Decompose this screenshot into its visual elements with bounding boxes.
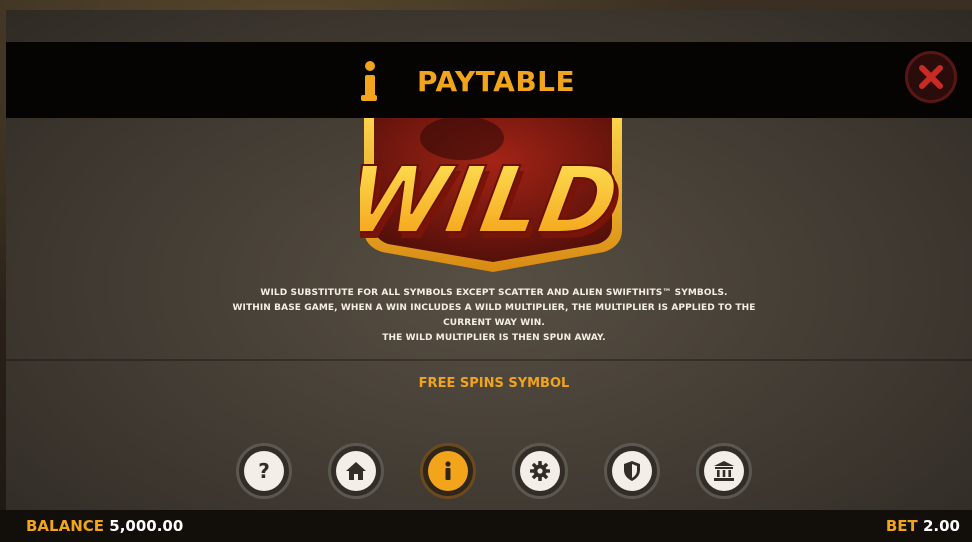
symbol-description: WILD SUBSTITUTE FOR ALL SYMBOLS EXCEPT S… <box>196 286 792 346</box>
home-button[interactable] <box>328 443 384 499</box>
shield-icon <box>624 461 640 481</box>
paytable-title-group: PAYTABLE <box>355 58 575 104</box>
balance-label: BALANCE <box>26 517 105 535</box>
close-icon <box>919 65 943 89</box>
help-button[interactable]: ? <box>236 443 292 499</box>
bet-label: BET <box>885 517 918 535</box>
bet-display: BET 2.00 <box>886 517 960 535</box>
wild-symbol-text: WILD <box>360 147 626 254</box>
info-icon <box>445 461 451 480</box>
game-history-button[interactable] <box>696 443 752 499</box>
close-button[interactable] <box>905 51 957 103</box>
section-title-free-spins: FREE SPINS SYMBOL <box>418 376 570 391</box>
home-icon <box>346 462 366 480</box>
balance-display: BALANCE 5,000.00 <box>26 517 183 535</box>
balance-value: 5,000.00 <box>109 517 184 535</box>
description-line: WILD SUBSTITUTE FOR ALL SYMBOLS EXCEPT S… <box>260 288 728 298</box>
section-divider <box>6 359 972 361</box>
description-line: THE WILD MULTIPLIER IS THEN SPUN AWAY. <box>382 333 606 343</box>
info-icon <box>355 59 389 103</box>
responsible-gaming-button[interactable] <box>604 443 660 499</box>
bet-value: 2.00 <box>922 517 960 535</box>
bank-icon <box>714 461 734 481</box>
svg-text:?: ? <box>258 459 270 483</box>
settings-button[interactable] <box>512 443 568 499</box>
description-line: WITHIN BASE GAME, WHEN A WIN INCLUDES A … <box>232 303 756 313</box>
description-line: CURRENT WAY WIN. <box>443 318 545 328</box>
gear-icon <box>530 461 550 481</box>
question-icon: ? <box>258 459 270 483</box>
wild-symbol-image: WILD WILD <box>360 118 626 272</box>
paytable-button[interactable] <box>420 443 476 499</box>
page-title: PAYTABLE <box>417 64 576 98</box>
